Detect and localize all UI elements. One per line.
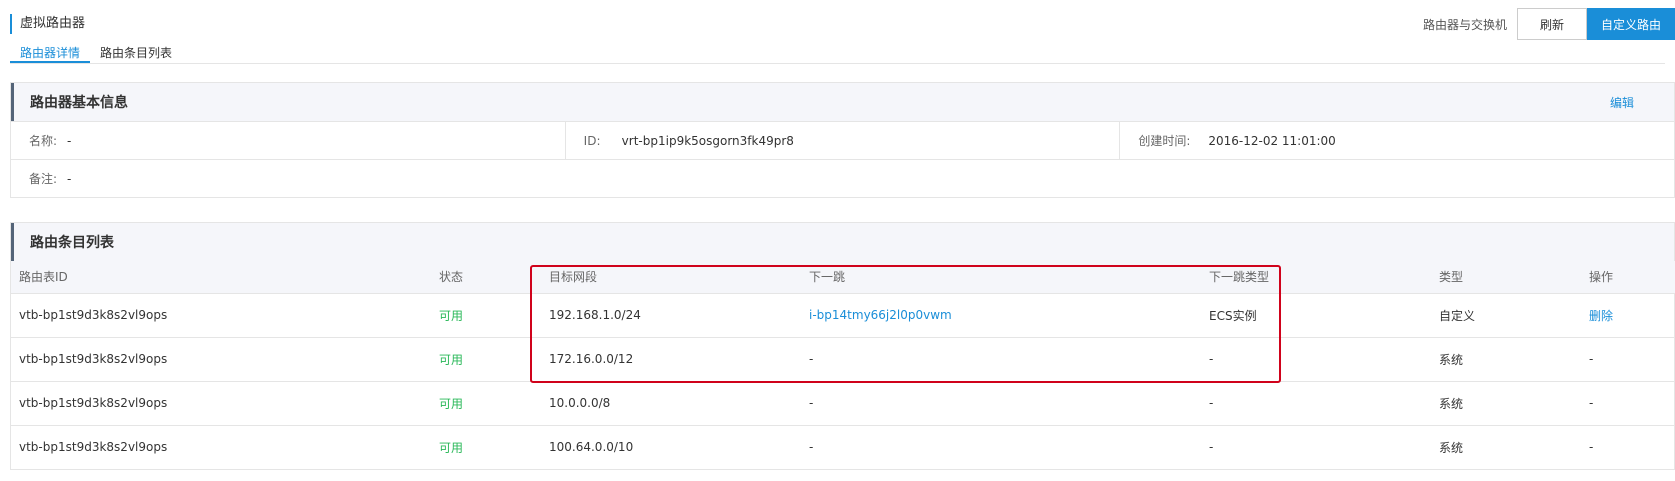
row-cidr: 192.168.1.0/24 <box>549 308 641 322</box>
top-hint: 路由器与交换机 <box>1422 17 1507 32</box>
row-hop-type: - <box>1209 352 1214 366</box>
col-action: 操作 <box>1589 270 1614 285</box>
tab-route-entries[interactable]: 路由条目列表 <box>90 44 182 63</box>
created-value: 2016-12-02 11:01:00 <box>1208 133 1336 148</box>
row-type: 自定义 <box>1439 308 1476 323</box>
row-id: vtb-bp1st9d3k8s2vl9ops <box>19 396 168 410</box>
edit-link[interactable]: 编辑 <box>1610 94 1634 111</box>
basic-info-title: 路由器基本信息 <box>30 95 128 111</box>
route-table-title: 路由条目列表 <box>30 235 114 251</box>
col-type: 类型 <box>1439 270 1464 285</box>
row-id: vtb-bp1st9d3k8s2vl9ops <box>19 352 168 366</box>
col-cidr: 目标网段 <box>549 270 598 285</box>
page-title: 虚拟路由器 <box>10 14 85 34</box>
col-route-table-id: 路由表ID <box>19 270 68 285</box>
created-cell: 创建时间: 2016-12-02 11:01:00 <box>1119 122 1674 159</box>
desc-label: 备注: <box>29 172 58 186</box>
row-action: - <box>1589 396 1594 410</box>
row-next-hop: - <box>809 440 814 455</box>
top-actions: 路由器与交换机 刷新 自定义路由 <box>1423 8 1675 40</box>
info-row-1: 名称: - ID: vrt-bp1ip9k5osgorn3fk49pr8 创建时… <box>11 121 1674 159</box>
row-status: 可用 <box>439 308 464 323</box>
row-type: 系统 <box>1439 396 1464 411</box>
info-row-2: 备注: - <box>11 159 1674 197</box>
row-status: 可用 <box>439 352 464 367</box>
row-hop-type: - <box>1209 396 1214 410</box>
row-id: vtb-bp1st9d3k8s2vl9ops <box>19 440 168 455</box>
row-delete-link[interactable]: 删除 <box>1581 293 1675 337</box>
id-label: ID: <box>583 133 601 148</box>
row-type: 系统 <box>1439 352 1464 367</box>
col-status: 状态 <box>439 270 464 285</box>
row-id: vtb-bp1st9d3k8s2vl9ops <box>19 308 168 322</box>
row-type: 系统 <box>1439 440 1464 455</box>
basic-info-section: 路由器基本信息 编辑 名称: - ID: vrt-bp1ip9k5osgorn3… <box>10 82 1675 198</box>
custom-route-button[interactable]: 自定义路由 <box>1587 8 1675 40</box>
row-cidr: 172.16.0.0/12 <box>549 352 634 366</box>
row-next-hop[interactable]: i-bp14tmy66j2l0p0vwm <box>801 293 1201 337</box>
row-hop-type: ECS实例 <box>1209 308 1257 323</box>
row-next-hop: - <box>809 396 814 410</box>
route-table-section: 路由条目列表 路由表ID 状态 目标网段 下一跳 下一跳类型 类型 操作 vtb… <box>10 222 1675 470</box>
col-next-hop-type: 下一跳类型 <box>1209 270 1270 285</box>
table-row: vtb-bp1st9d3k8s2vl9ops 可用 100.64.0.0/10 … <box>11 425 1675 469</box>
route-table: 路由表ID 状态 目标网段 下一跳 下一跳类型 类型 操作 vtb-bp1st9… <box>11 261 1675 469</box>
row-cidr: 10.0.0.0/8 <box>549 396 611 410</box>
tab-router-detail[interactable]: 路由器详情 <box>10 44 91 63</box>
name-label: 名称: <box>29 134 58 148</box>
refresh-button[interactable]: 刷新 <box>1517 8 1587 40</box>
row-action: - <box>1589 352 1594 366</box>
table-header-row: 路由表ID 状态 目标网段 下一跳 下一跳类型 类型 操作 <box>11 261 1675 293</box>
tab-bar: 路由器详情 路由条目列表 <box>10 44 1665 64</box>
table-row: vtb-bp1st9d3k8s2vl9ops 可用 192.168.1.0/24… <box>11 293 1675 337</box>
table-row: vtb-bp1st9d3k8s2vl9ops 可用 172.16.0.0/12 … <box>11 337 1675 381</box>
col-next-hop: 下一跳 <box>809 270 846 285</box>
row-cidr: 100.64.0.0/10 <box>549 440 634 455</box>
route-table-header: 路由条目列表 <box>11 223 1674 261</box>
id-cell: ID: vrt-bp1ip9k5osgorn3fk49pr8 <box>564 122 1120 159</box>
created-label: 创建时间: <box>1138 134 1191 148</box>
row-next-hop: - <box>809 352 814 366</box>
basic-info-header: 路由器基本信息 编辑 <box>11 83 1674 121</box>
name-value: - <box>67 133 72 148</box>
desc-value: - <box>67 171 72 186</box>
row-status: 可用 <box>439 440 464 455</box>
table-row: vtb-bp1st9d3k8s2vl9ops 可用 10.0.0.0/8 - -… <box>11 381 1675 425</box>
row-hop-type: - <box>1209 440 1214 455</box>
row-action: - <box>1589 440 1594 455</box>
name-cell: 名称: - <box>11 122 565 159</box>
id-value: vrt-bp1ip9k5osgorn3fk49pr8 <box>621 133 794 148</box>
row-status: 可用 <box>439 396 464 411</box>
desc-cell: 备注: - <box>11 160 1674 197</box>
